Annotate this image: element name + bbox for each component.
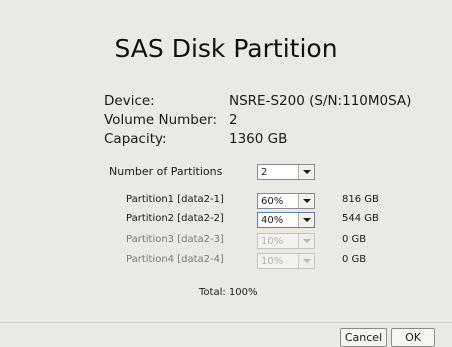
number-of-partitions-label: Number of Partitions [109, 165, 223, 178]
cancel-button[interactable]: Cancel [340, 328, 387, 347]
partition3-percent-select: 10% [257, 233, 315, 249]
ok-button[interactable]: OK [391, 328, 435, 347]
partition3-label: Partition3 [data2-3] [126, 234, 224, 245]
partition3-percent-value: 10% [261, 236, 284, 247]
partition1-label: Partition1 [data2-1] [126, 194, 224, 205]
capacity-value: 1360 GB [229, 131, 288, 147]
sas-disk-partition-dialog: SAS Disk Partition Device: NSRE-S200 (S/… [0, 0, 452, 347]
partition1-percent-select[interactable]: 60% [257, 193, 315, 209]
partition2-percent-select[interactable]: 40% [257, 212, 315, 228]
total-percent: Total: 100% [199, 287, 258, 298]
footer-divider [0, 322, 452, 323]
partition1-percent-value: 60% [261, 196, 284, 207]
partition4-percent-value: 10% [261, 256, 284, 267]
capacity-label: Capacity: [104, 131, 167, 147]
chevron-down-icon[interactable] [298, 165, 314, 179]
volume-number-value: 2 [229, 112, 238, 128]
chevron-down-icon [298, 234, 314, 248]
device-value: NSRE-S200 (S/N:110M0SA) [229, 93, 412, 109]
partition2-label: Partition2 [data2-2] [126, 213, 224, 224]
chevron-down-icon[interactable] [298, 213, 314, 227]
device-label: Device: [104, 93, 155, 109]
number-of-partitions-select[interactable]: 2 [257, 164, 315, 180]
number-of-partitions-value: 2 [261, 167, 268, 178]
partition4-label: Partition4 [data2-4] [126, 254, 224, 265]
chevron-down-icon [298, 254, 314, 268]
partition4-percent-select: 10% [257, 253, 315, 269]
partition3-size: 0 GB [342, 234, 367, 245]
chevron-down-icon[interactable] [298, 194, 314, 208]
partition2-size: 544 GB [342, 213, 379, 224]
partition1-size: 816 GB [342, 194, 379, 205]
partition2-percent-value: 40% [261, 215, 284, 226]
dialog-title: SAS Disk Partition [114, 34, 338, 63]
volume-number-label: Volume Number: [104, 112, 218, 128]
partition4-size: 0 GB [342, 254, 367, 265]
